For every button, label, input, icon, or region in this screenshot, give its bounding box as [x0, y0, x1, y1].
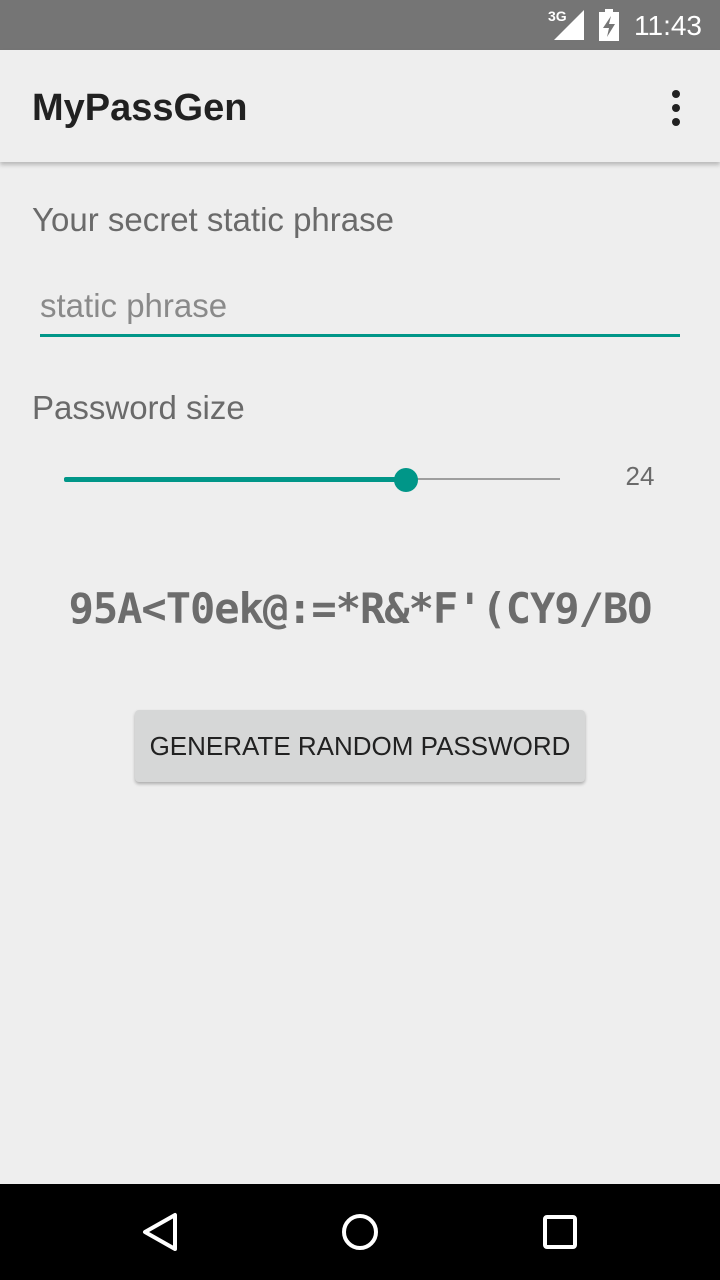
app-title: MyPassGen	[32, 87, 248, 129]
signal-strength-icon	[554, 10, 584, 40]
recents-icon[interactable]	[530, 1202, 590, 1262]
battery-charging-icon	[598, 9, 620, 41]
password-size-value: 24	[625, 461, 655, 491]
status-bar: 3G 11:43	[0, 0, 720, 50]
home-icon[interactable]	[330, 1202, 390, 1262]
status-time: 11:43	[634, 10, 702, 41]
more-vert-icon[interactable]	[652, 80, 700, 136]
cell-signal-icon: 3G	[548, 8, 584, 40]
generate-password-button[interactable]: GENERATE RANDOM PASSWORD	[135, 710, 585, 782]
app-bar: MyPassGen	[0, 50, 720, 162]
password-size-slider[interactable]	[64, 462, 560, 498]
password-size-label: Password size	[32, 389, 245, 426]
phrase-label: Your secret static phrase	[32, 201, 394, 238]
navigation-bar	[0, 1184, 720, 1280]
generated-password: 95A<T0ek@:=*R&*F'(CY9/BO	[68, 584, 653, 633]
slider-fill	[64, 477, 407, 482]
static-phrase-input[interactable]	[40, 278, 680, 337]
slider-thumb[interactable]	[394, 468, 419, 492]
back-icon[interactable]	[130, 1202, 190, 1262]
